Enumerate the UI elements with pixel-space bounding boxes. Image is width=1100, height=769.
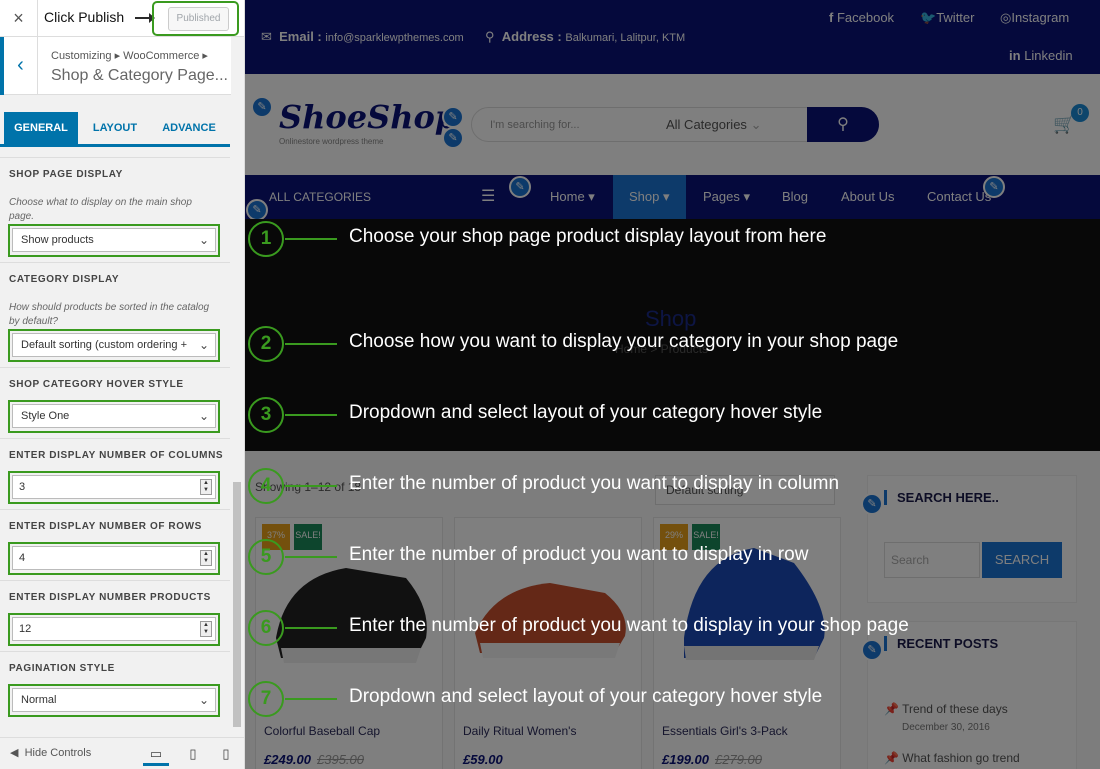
section-columns: ENTER DISPLAY NUMBER OF COLUMNS 3 ▲ ▼ (0, 438, 230, 509)
annotation-text: Choose how you want to display your cate… (349, 331, 899, 352)
step-marker: 2 (248, 326, 284, 362)
back-chevron-icon[interactable]: ‹ (0, 37, 38, 95)
section-heading: ENTER DISPLAY NUMBER PRODUCTS (9, 592, 211, 603)
highlight-box (8, 684, 220, 717)
annotation-text: Dropdown and select layout of your categ… (349, 402, 823, 423)
collapse-icon: ◀ (10, 747, 19, 759)
section-shop-page-display: SHOP PAGE DISPLAY Choose what to display… (0, 157, 230, 262)
hide-controls-label: Hide Controls (24, 747, 92, 759)
tab-layout[interactable]: LAYOUT (78, 112, 152, 144)
highlight-box (8, 224, 220, 257)
section-heading: CATEGORY DISPLAY (9, 274, 120, 285)
annotation-line (285, 414, 337, 416)
section-heading: SHOP PAGE DISPLAY (9, 169, 123, 180)
annotation-line (285, 698, 337, 700)
annotation-text: Dropdown and select layout of your categ… (349, 686, 823, 707)
section-hover-style: SHOP CATEGORY HOVER STYLE Style One ⌄ (0, 367, 230, 438)
tablet-icon[interactable]: ▯ (180, 742, 206, 766)
highlight-box (8, 400, 220, 433)
annotation-text: Enter the number of product you want to … (349, 544, 809, 565)
hide-controls-button[interactable]: ◀ Hide Controls (10, 746, 91, 759)
annotation-text: Enter the number of product you want to … (349, 615, 909, 636)
annotation-text: Enter the number of product you want to … (349, 473, 840, 494)
breadcrumb: Customizing ▸ WooCommerce ▸ (51, 50, 208, 62)
section-description: How should products be sorted in the cat… (9, 302, 210, 327)
close-icon[interactable]: × (0, 0, 38, 36)
panel-header: ‹ Customizing ▸ WooCommerce ▸ Shop & Cat… (0, 37, 232, 95)
section-category-display: CATEGORY DISPLAY How should products be … (0, 262, 230, 367)
highlight-box (8, 613, 220, 646)
section-products: ENTER DISPLAY NUMBER PRODUCTS 12 ▲ ▼ (0, 580, 230, 651)
annotation-line (285, 627, 337, 629)
section-description: Choose what to display on the main shop … (9, 197, 192, 222)
publish-highlight-box (152, 1, 239, 36)
annotation-text: Choose your shop page product display la… (349, 226, 827, 247)
tab-bar: GENERAL LAYOUT ADVANCE (0, 112, 230, 147)
section-rows: ENTER DISPLAY NUMBER OF ROWS 4 ▲ ▼ (0, 509, 230, 580)
highlight-box (8, 329, 220, 362)
step-marker: 1 (248, 221, 284, 257)
scrollbar[interactable] (231, 37, 243, 737)
step-marker: 7 (248, 681, 284, 717)
annotation-line (285, 485, 337, 487)
highlight-box (8, 471, 220, 504)
annotation-line (285, 556, 337, 558)
highlight-box (8, 542, 220, 575)
section-heading: ENTER DISPLAY NUMBER OF ROWS (9, 521, 202, 532)
mobile-icon[interactable]: ▯ (213, 742, 239, 766)
section-pagination: PAGINATION STYLE Normal ⌄ (0, 651, 230, 731)
customizer-topbar: × Click Publish Published (0, 0, 244, 37)
annotation-line (285, 238, 337, 240)
step-marker: 3 (248, 397, 284, 433)
desktop-icon[interactable]: ▭ (143, 742, 169, 766)
step-marker: 5 (248, 539, 284, 575)
step-marker: 6 (248, 610, 284, 646)
step-marker: 4 (248, 468, 284, 504)
section-heading: PAGINATION STYLE (9, 663, 115, 674)
page-title: Shop & Category Page... (51, 67, 228, 84)
tab-general[interactable]: GENERAL (4, 112, 78, 144)
tab-advance[interactable]: ADVANCE (152, 112, 226, 144)
scrollbar-thumb[interactable] (233, 482, 241, 727)
customizer-footer: ◀ Hide Controls ▭ ▯ ▯ (0, 737, 244, 769)
section-heading: SHOP CATEGORY HOVER STYLE (9, 379, 184, 390)
annotation-line (285, 343, 337, 345)
section-heading: ENTER DISPLAY NUMBER OF COLUMNS (9, 450, 224, 461)
click-publish-label: Click Publish (44, 9, 125, 25)
arrow-right-icon (135, 13, 155, 23)
annotation-overlay: 1 Choose your shop page product display … (245, 0, 1100, 769)
customizer-sidebar: × Click Publish Published 8 ‹ Customizin… (0, 0, 245, 769)
